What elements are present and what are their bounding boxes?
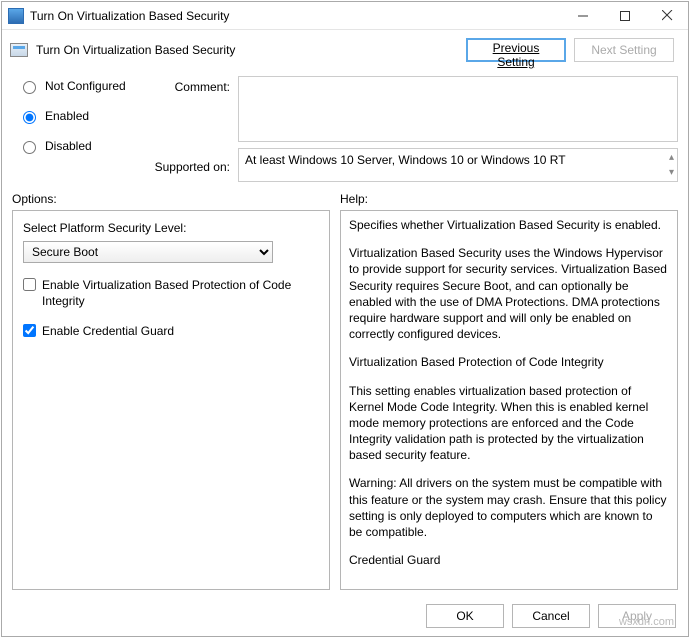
- radio-disabled[interactable]: [23, 141, 36, 154]
- radio-not-configured[interactable]: [23, 81, 36, 94]
- window-buttons: [562, 3, 688, 29]
- scroll-down-icon[interactable]: ▾: [669, 167, 674, 178]
- radio-enabled[interactable]: [23, 111, 36, 124]
- radio-enabled-label: Enabled: [45, 109, 89, 123]
- comment-label: Comment:: [148, 76, 238, 94]
- options-panel: Select Platform Security Level: Secure B…: [12, 210, 330, 590]
- help-para: Specifies whether Virtualization Based S…: [349, 217, 669, 233]
- supported-label: Supported on:: [148, 156, 238, 174]
- help-panel: Specifies whether Virtualization Based S…: [340, 210, 678, 590]
- checkbox-vbp-code-integrity-label: Enable Virtualization Based Protection o…: [42, 277, 319, 309]
- ok-button[interactable]: OK: [426, 604, 504, 628]
- group-policy-dialog: Turn On Virtualization Based Security Tu…: [1, 1, 689, 637]
- comment-textarea[interactable]: [238, 76, 678, 142]
- minimize-button[interactable]: [562, 3, 604, 29]
- help-para: This setting enables virtualization base…: [349, 383, 669, 464]
- policy-icon: [10, 43, 28, 57]
- help-text[interactable]: Specifies whether Virtualization Based S…: [341, 211, 677, 589]
- platform-security-label: Select Platform Security Level:: [23, 221, 319, 235]
- options-column: Options: Select Platform Security Level:…: [12, 186, 330, 590]
- upper-grid: Not Configured Enabled Disabled Comment:…: [2, 70, 688, 186]
- radio-disabled-label: Disabled: [45, 139, 92, 153]
- policy-title: Turn On Virtualization Based Security: [36, 43, 235, 57]
- maximize-button[interactable]: [604, 3, 646, 29]
- help-para: Credential Guard: [349, 552, 669, 568]
- cancel-button[interactable]: Cancel: [512, 604, 590, 628]
- platform-security-select[interactable]: Secure Boot: [23, 241, 273, 263]
- app-icon: [8, 8, 24, 24]
- radio-not-configured-label: Not Configured: [45, 79, 126, 93]
- main-columns: Options: Select Platform Security Level:…: [2, 186, 688, 596]
- checkbox-credential-guard-label: Enable Credential Guard: [42, 323, 174, 339]
- options-heading: Options:: [12, 186, 330, 210]
- checkbox-vbp-code-integrity[interactable]: [23, 278, 36, 291]
- window-title: Turn On Virtualization Based Security: [30, 9, 562, 23]
- policy-header: Turn On Virtualization Based Security Pr…: [2, 30, 688, 70]
- help-para: Virtualization Based Security uses the W…: [349, 245, 669, 342]
- close-button[interactable]: [646, 3, 688, 29]
- next-setting-button[interactable]: Next Setting: [574, 38, 674, 62]
- titlebar: Turn On Virtualization Based Security: [2, 2, 688, 30]
- help-heading: Help:: [340, 186, 678, 210]
- supported-on-text: At least Windows 10 Server, Windows 10 o…: [245, 153, 566, 167]
- help-para: Virtualization Based Protection of Code …: [349, 354, 669, 370]
- dialog-buttons: OK Cancel Apply: [2, 596, 688, 636]
- state-radio-group: Not Configured Enabled Disabled: [18, 76, 148, 154]
- apply-button[interactable]: Apply: [598, 604, 676, 628]
- checkbox-credential-guard[interactable]: [23, 324, 36, 337]
- previous-setting-button[interactable]: Previous Setting: [466, 38, 566, 62]
- help-column: Help: Specifies whether Virtualization B…: [340, 186, 678, 590]
- help-para: Warning: All drivers on the system must …: [349, 475, 669, 540]
- scroll-up-icon[interactable]: ▴: [669, 152, 674, 163]
- supported-on-box: At least Windows 10 Server, Windows 10 o…: [238, 148, 678, 182]
